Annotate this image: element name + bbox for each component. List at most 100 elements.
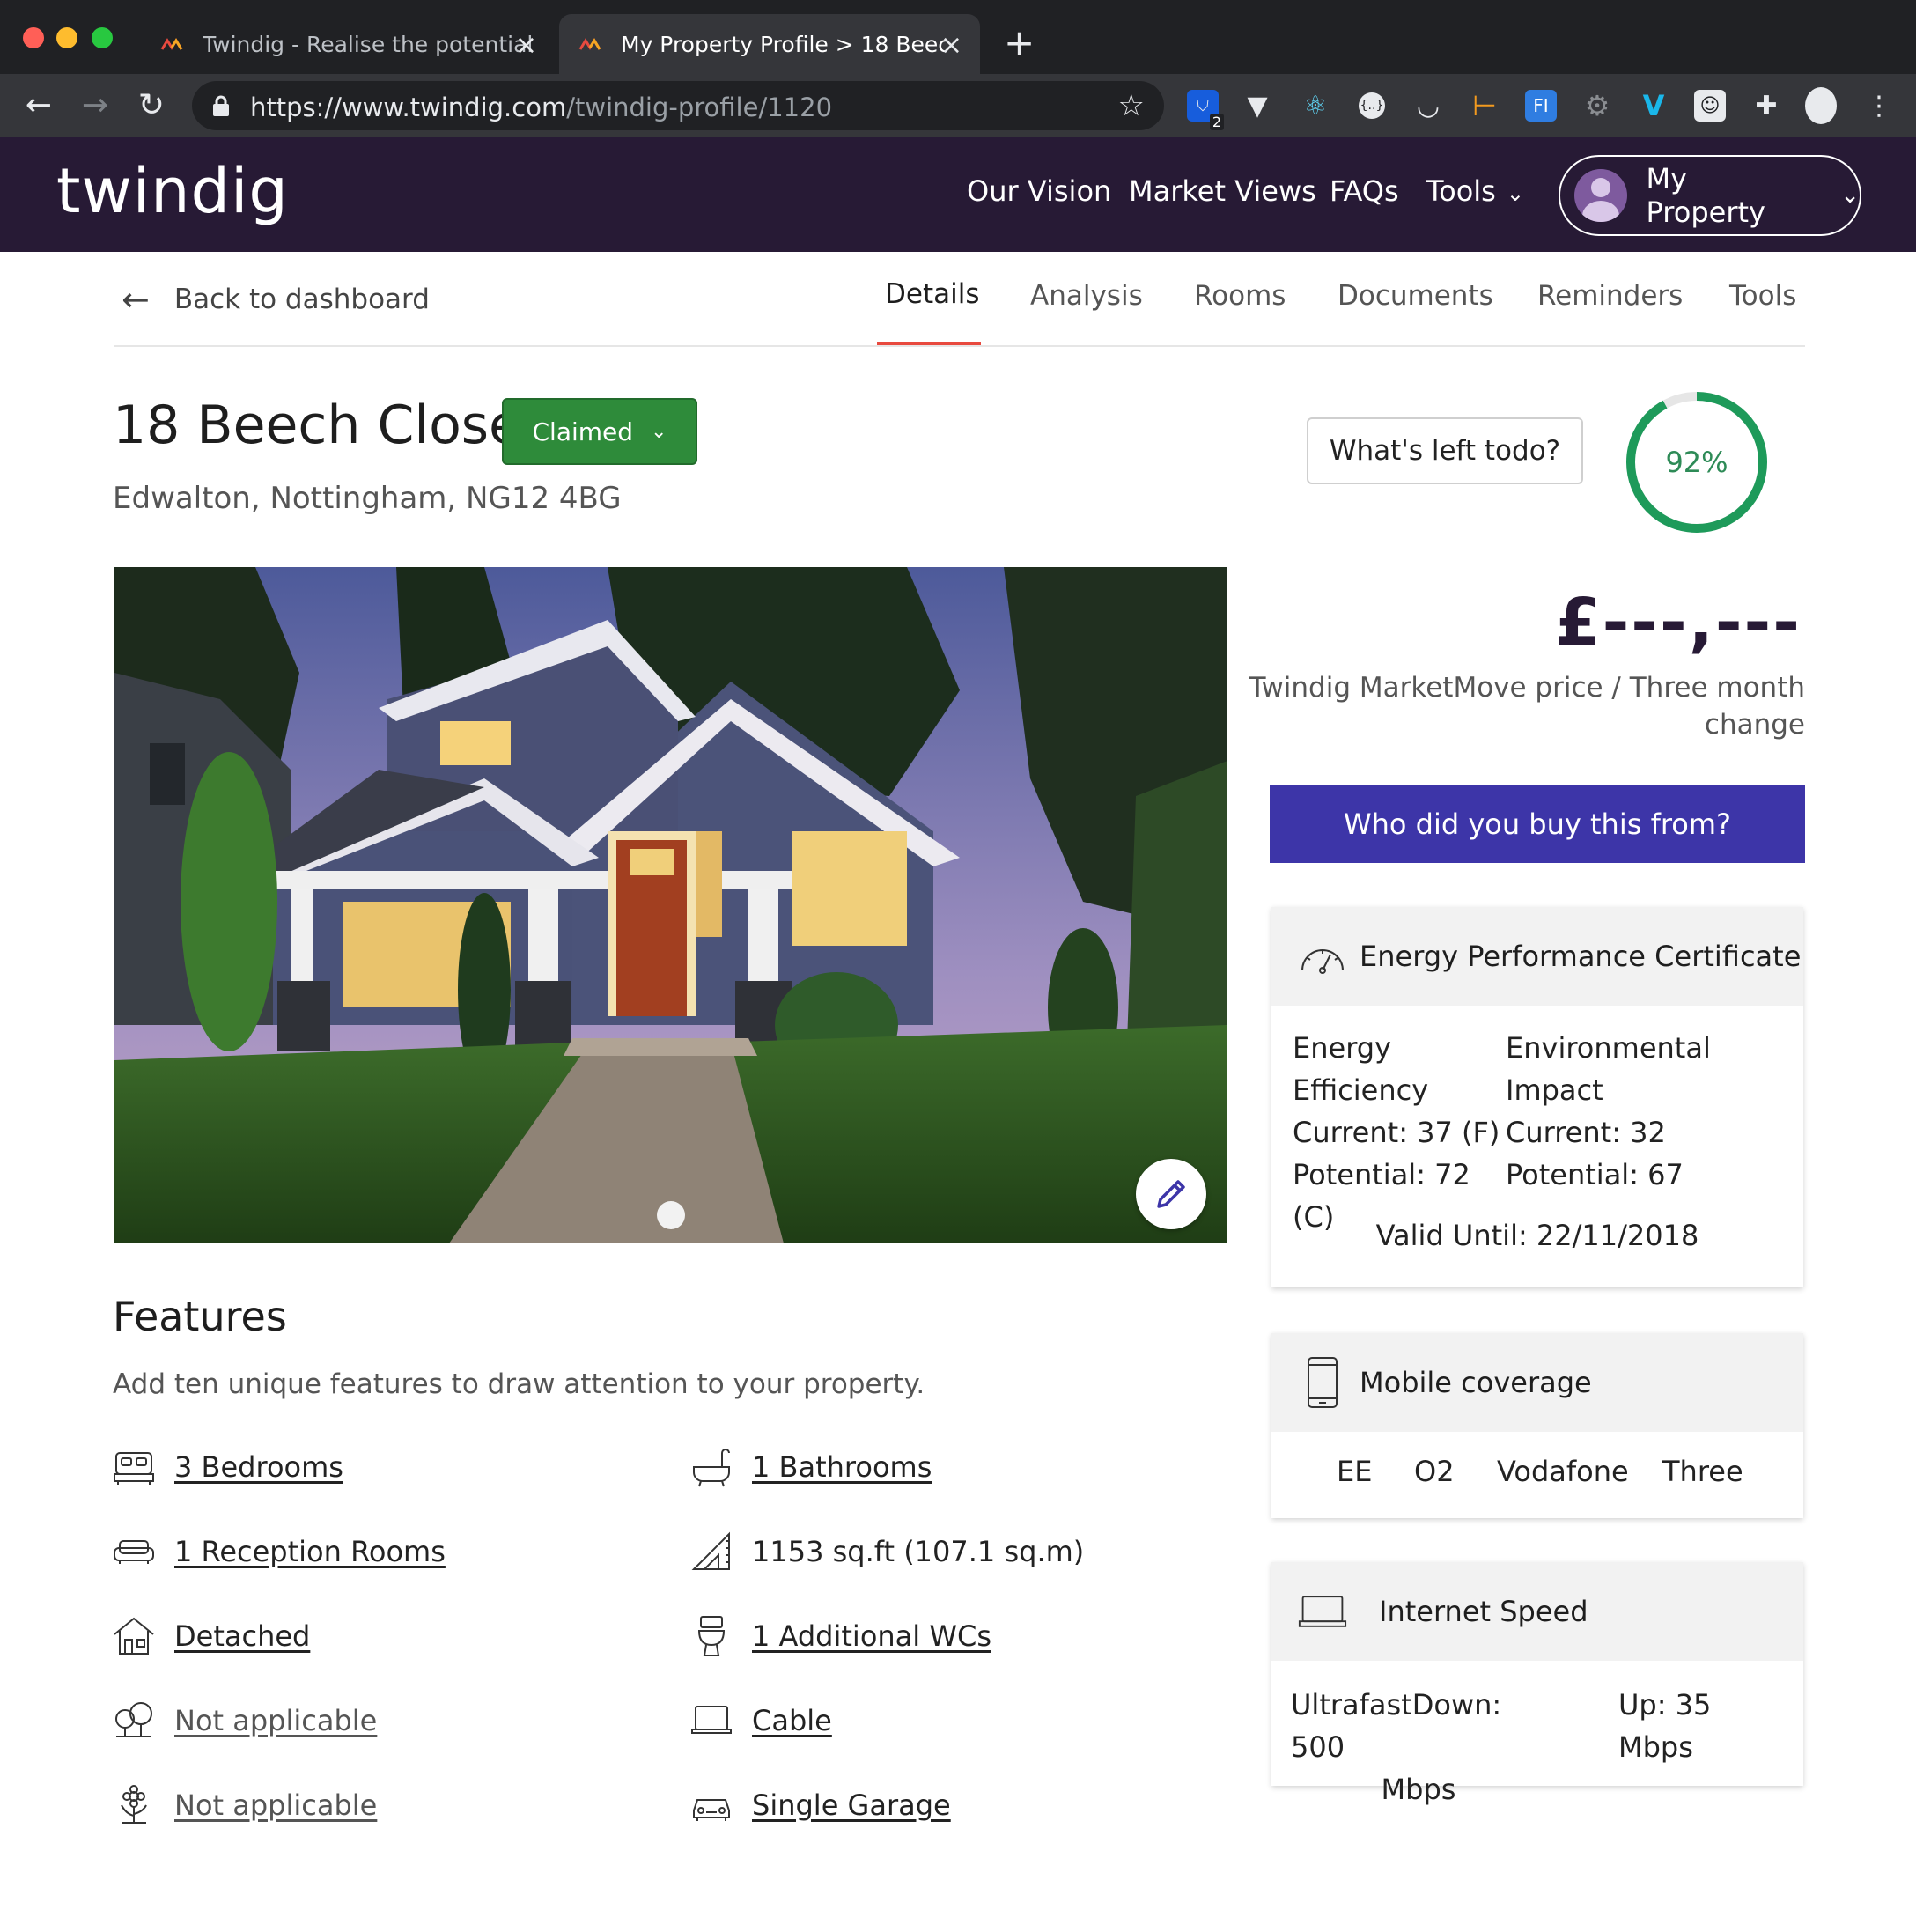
nav-tools-dropdown[interactable]: Tools ⌄ bbox=[1426, 174, 1524, 208]
nav-tools-label: Tools bbox=[1426, 174, 1496, 208]
url-text: https://www.twindig.com/twindig-profile/… bbox=[250, 92, 833, 122]
fontface-ninja-extension-icon[interactable]: FI bbox=[1525, 90, 1557, 122]
pocket-extension-icon[interactable]: ◡ bbox=[1412, 90, 1444, 122]
toilet-icon bbox=[689, 1613, 734, 1659]
bookmark-star-icon[interactable]: ☆ bbox=[1118, 88, 1145, 123]
whats-left-todo-button[interactable]: What's left todo? bbox=[1307, 417, 1583, 484]
property-photo[interactable] bbox=[114, 567, 1227, 1243]
back-to-dashboard-link[interactable]: ← Back to dashboard bbox=[122, 280, 430, 319]
feature-property-type[interactable]: Detached bbox=[111, 1613, 310, 1659]
feature-bathrooms[interactable]: 1 Bathrooms bbox=[689, 1444, 932, 1490]
feature-bedrooms[interactable]: 3 Bedrooms bbox=[111, 1444, 343, 1490]
browser-tab[interactable]: Twindig - Realise the potential × bbox=[141, 14, 555, 74]
settings-gear-extension-icon[interactable]: ⚙ bbox=[1581, 89, 1613, 122]
epc-valid-until: Valid Until: 22/11/2018 bbox=[1375, 1219, 1699, 1252]
nav-faqs[interactable]: FAQs bbox=[1330, 174, 1399, 208]
mobile-coverage-card: Mobile coverage EE O2 Vodafone Three bbox=[1271, 1333, 1803, 1518]
feature-garden[interactable]: Not applicable bbox=[111, 1698, 377, 1744]
tab-rooms[interactable]: Rooms bbox=[1194, 280, 1286, 312]
back-arrow-icon[interactable]: ← bbox=[18, 85, 60, 127]
feature-outdoor[interactable]: Not applicable bbox=[111, 1782, 377, 1828]
feature-label: Cable bbox=[752, 1704, 832, 1737]
tab-tools[interactable]: Tools bbox=[1729, 280, 1796, 312]
upload-speed-value: Up: 35 bbox=[1618, 1688, 1712, 1722]
internet-title: Internet Speed bbox=[1379, 1595, 1588, 1628]
react-devtools-extension-icon[interactable]: ⚛ bbox=[1300, 90, 1331, 122]
extensions-puzzle-icon[interactable]: ✚ bbox=[1750, 90, 1782, 122]
who-did-you-buy-from-button[interactable]: Who did you buy this from? bbox=[1270, 785, 1805, 863]
car-icon bbox=[689, 1782, 734, 1828]
address-bar[interactable]: https://www.twindig.com/twindig-profile/… bbox=[192, 81, 1164, 130]
feature-label: 1 Bathrooms bbox=[752, 1450, 932, 1484]
flower-icon bbox=[111, 1782, 157, 1828]
more-menu-icon[interactable]: ⋮ bbox=[1863, 90, 1895, 122]
epc-card-header: Energy Performance Certificate bbox=[1271, 907, 1803, 1006]
carrier-ee: EE bbox=[1337, 1455, 1373, 1488]
nav-market-views[interactable]: Market Views bbox=[1129, 174, 1316, 208]
features-heading: Features bbox=[113, 1293, 287, 1340]
carousel-dot[interactable] bbox=[657, 1201, 685, 1229]
vimeo-extension-icon[interactable]: V bbox=[1638, 89, 1669, 122]
chevron-down-icon: ⌄ bbox=[1506, 181, 1524, 206]
carrier-vodafone: Vodafone bbox=[1497, 1455, 1629, 1488]
chevron-down-icon: ⌄ bbox=[651, 420, 667, 443]
subnav-divider bbox=[114, 345, 1805, 347]
new-tab-plus-icon[interactable]: + bbox=[1004, 21, 1035, 65]
feature-label: 3 Bedrooms bbox=[174, 1450, 343, 1484]
forward-arrow-icon[interactable]: → bbox=[74, 85, 116, 127]
energy-efficiency-label: Energy Efficiency bbox=[1293, 1031, 1429, 1107]
download-speed-unit: Mbps bbox=[1381, 1773, 1456, 1806]
trees-icon bbox=[111, 1698, 157, 1744]
tab-analysis[interactable]: Analysis bbox=[1030, 280, 1143, 312]
bitwarden-extension-icon[interactable]: ⛉ 2 bbox=[1187, 90, 1224, 130]
lock-icon bbox=[213, 95, 229, 116]
close-window-button[interactable] bbox=[23, 27, 44, 48]
environmental-impact-label: Environmental Impact bbox=[1506, 1031, 1711, 1107]
profile-avatar-icon[interactable] bbox=[1805, 87, 1837, 124]
maximize-window-button[interactable] bbox=[92, 27, 113, 48]
price-caption: Twindig MarketMove price / Three month c… bbox=[1249, 672, 1805, 741]
nav-our-vision[interactable]: Our Vision bbox=[967, 174, 1111, 208]
epc-title: Energy Performance Certificate bbox=[1360, 940, 1802, 973]
environmental-impact-current: Current: 32 bbox=[1506, 1116, 1666, 1149]
internet-speed-card: Internet Speed UltrafastDown: 500 Mbps U… bbox=[1271, 1562, 1803, 1806]
feature-label: Not applicable bbox=[174, 1788, 378, 1822]
tab-details[interactable]: Details bbox=[885, 278, 979, 310]
area-icon bbox=[689, 1529, 734, 1574]
feature-label: 1 Additional WCs bbox=[752, 1619, 991, 1653]
carrier-o2: O2 bbox=[1414, 1455, 1455, 1488]
json-viewer-extension-icon[interactable]: {..} bbox=[1356, 90, 1388, 122]
reload-icon[interactable]: ↻ bbox=[130, 85, 173, 127]
claimed-status-dropdown[interactable]: Claimed ⌄ bbox=[502, 398, 697, 465]
web-developer-extension-icon[interactable]: ⊢ bbox=[1469, 89, 1500, 122]
feature-additional-wcs[interactable]: 1 Additional WCs bbox=[689, 1613, 991, 1659]
screenshot-extension-icon[interactable]: ☺ bbox=[1694, 90, 1726, 122]
close-tab-icon[interactable]: × bbox=[515, 30, 537, 61]
my-property-label: My Property bbox=[1646, 162, 1765, 229]
house-icon bbox=[111, 1613, 157, 1659]
feature-parking[interactable]: Single Garage bbox=[689, 1782, 951, 1828]
my-property-menu-button[interactable]: My Property ⌄ bbox=[1559, 155, 1861, 236]
environmental-impact-column: Environmental Impact Current: 32 Potenti… bbox=[1506, 1027, 1787, 1196]
edit-photo-button[interactable] bbox=[1136, 1159, 1206, 1229]
feature-broadband[interactable]: Cable bbox=[689, 1698, 832, 1744]
feature-reception-rooms[interactable]: 1 Reception Rooms bbox=[111, 1529, 446, 1574]
claimed-label: Claimed bbox=[532, 417, 634, 446]
twindig-logo[interactable]: twindig bbox=[56, 155, 289, 227]
laptop-icon bbox=[689, 1698, 734, 1744]
vue-devtools-extension-icon[interactable]: ▼ bbox=[1242, 90, 1273, 122]
feature-floor-area: 1153 sq.ft (107.1 sq.m) bbox=[689, 1529, 1084, 1574]
tab-title: My Property Profile > 18 Beech bbox=[621, 31, 947, 57]
carrier-three: Three bbox=[1662, 1455, 1743, 1488]
tab-documents[interactable]: Documents bbox=[1338, 280, 1493, 312]
browser-tab-active[interactable]: My Property Profile > 18 Beech × bbox=[559, 14, 980, 74]
minimize-window-button[interactable] bbox=[56, 27, 77, 48]
close-tab-icon[interactable]: × bbox=[940, 30, 962, 61]
energy-efficiency-column: Energy Efficiency Current: 37 (F) Potent… bbox=[1293, 1027, 1504, 1238]
internet-card-header: Internet Speed bbox=[1271, 1562, 1803, 1661]
mobile-card-header: Mobile coverage bbox=[1271, 1333, 1803, 1432]
pencil-icon bbox=[1157, 1180, 1185, 1208]
tab-reminders[interactable]: Reminders bbox=[1537, 280, 1683, 312]
feature-label: Not applicable bbox=[174, 1704, 378, 1737]
back-arrow-icon: ← bbox=[122, 280, 150, 319]
